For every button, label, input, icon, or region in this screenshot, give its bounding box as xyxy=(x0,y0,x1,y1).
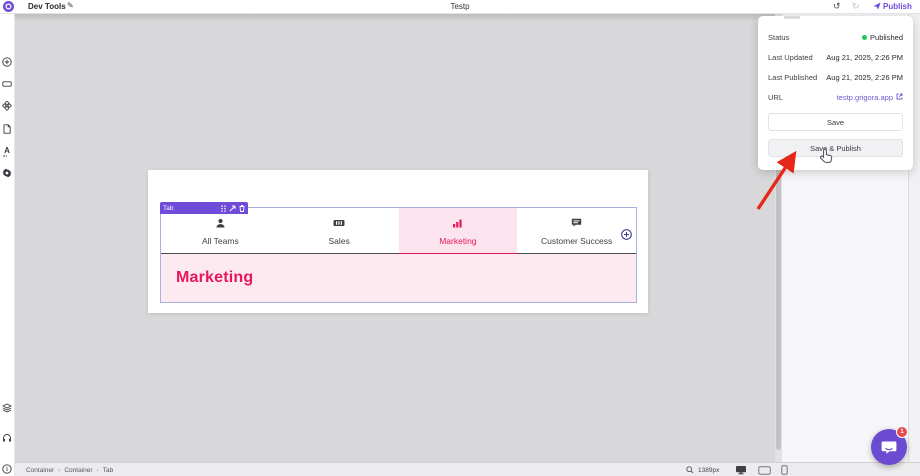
status-label: Status xyxy=(768,32,790,42)
delete-block-icon[interactable] xyxy=(239,204,245,212)
bar-chart-icon xyxy=(452,215,463,233)
block-toolbar-label: Tab xyxy=(163,204,174,212)
breadcrumb-container-1[interactable]: Container xyxy=(26,467,54,474)
save-button[interactable]: Save xyxy=(768,113,903,131)
settings-gear-icon[interactable] xyxy=(2,168,12,178)
tab-content-panel[interactable]: Marketing xyxy=(161,254,636,302)
last-published-row: Last Published Aug 21, 2025, 2:26 PM xyxy=(768,67,903,87)
mobile-device-icon[interactable] xyxy=(781,465,789,475)
last-updated-value: Aug 21, 2025, 2:26 PM xyxy=(826,52,903,62)
typography-icon[interactable]: A xyxy=(2,146,12,157)
site-url-link[interactable]: testp.grigora.app xyxy=(837,93,903,102)
ticket-icon xyxy=(333,215,345,233)
breadcrumb-separator: › xyxy=(96,466,99,474)
last-updated-row: Last Updated Aug 21, 2025, 2:26 PM xyxy=(768,47,903,67)
url-row: URL testp.grigora.app xyxy=(768,87,903,107)
status-value: Published xyxy=(870,32,903,42)
support-headphones-icon[interactable] xyxy=(2,433,12,443)
tab-label: Sales xyxy=(328,236,350,246)
left-toolbar: A xyxy=(0,13,15,476)
clipped-panel-control xyxy=(784,16,800,19)
select-parent-icon[interactable] xyxy=(229,205,236,212)
tab-block[interactable]: All Teams Sales Marketing Customer Succe… xyxy=(160,207,637,303)
tab-marketing[interactable]: Marketing xyxy=(398,208,518,255)
last-published-value: Aug 21, 2025, 2:26 PM xyxy=(826,72,903,82)
info-icon[interactable] xyxy=(2,464,12,474)
publish-panel: Status Published Last Updated Aug 21, 20… xyxy=(758,16,913,170)
breadcrumb-separator: › xyxy=(58,466,61,474)
last-updated-label: Last Updated xyxy=(768,52,813,62)
tab-sales[interactable]: Sales xyxy=(279,208,399,253)
redo-icon[interactable]: ↻ xyxy=(852,0,860,13)
viewport-controls: 1389px xyxy=(686,463,789,476)
breadcrumb: Container › Container › Tab xyxy=(26,463,113,476)
chat-notification-badge: 1 xyxy=(896,426,908,438)
top-bar: Dev Tools ✎ Testp ↺ ↻ Publish xyxy=(0,0,920,14)
grigora-editor: Tab All Teams Sales Marketing Customer S… xyxy=(0,0,920,476)
block-toolbar[interactable]: Tab xyxy=(160,202,248,214)
undo-icon[interactable]: ↺ xyxy=(833,0,841,13)
tab-label: Marketing xyxy=(439,236,477,246)
page-title: Testp xyxy=(450,2,470,11)
breadcrumb-container-2[interactable]: Container xyxy=(64,467,92,474)
tab-customer-success[interactable]: Customer Success xyxy=(517,208,636,253)
tablet-device-icon[interactable] xyxy=(758,465,772,475)
add-tab-button[interactable] xyxy=(621,227,632,240)
desktop-device-icon[interactable] xyxy=(735,465,747,475)
publish-plane-icon xyxy=(873,2,881,12)
blocks-library-icon[interactable] xyxy=(2,101,12,111)
layers-icon[interactable] xyxy=(2,403,12,413)
published-status-dot xyxy=(862,34,868,40)
breadcrumb-tab[interactable]: Tab xyxy=(103,467,113,474)
save-and-publish-button[interactable]: Save & Publish xyxy=(768,139,903,157)
frame-icon[interactable] xyxy=(2,79,12,89)
last-published-label: Last Published xyxy=(768,72,818,82)
status-row: Status Published xyxy=(768,27,903,47)
add-block-icon[interactable] xyxy=(2,57,12,67)
status-bar: Container › Container › Tab 1389px xyxy=(14,462,920,476)
drag-handle-icon[interactable] xyxy=(221,204,226,212)
external-link-icon xyxy=(896,93,903,102)
tab-content-heading: Marketing xyxy=(176,269,254,286)
chat-icon xyxy=(571,215,582,233)
zoom-magnifier-icon[interactable] xyxy=(686,466,694,474)
tab-label: All Teams xyxy=(202,236,239,246)
viewport-width-value: 1389px xyxy=(698,466,720,474)
url-label: URL xyxy=(768,92,784,102)
pages-icon[interactable] xyxy=(2,124,12,134)
chat-widget[interactable]: 1 xyxy=(871,426,908,465)
publish-button[interactable]: Publish xyxy=(873,0,912,13)
tab-all-teams[interactable]: All Teams xyxy=(161,208,280,253)
tab-label: Customer Success xyxy=(540,236,613,246)
person-icon xyxy=(215,215,226,233)
tab-bar: All Teams Sales Marketing Customer Succe… xyxy=(161,208,636,255)
canvas-scrollbar-thumb[interactable] xyxy=(776,150,781,450)
